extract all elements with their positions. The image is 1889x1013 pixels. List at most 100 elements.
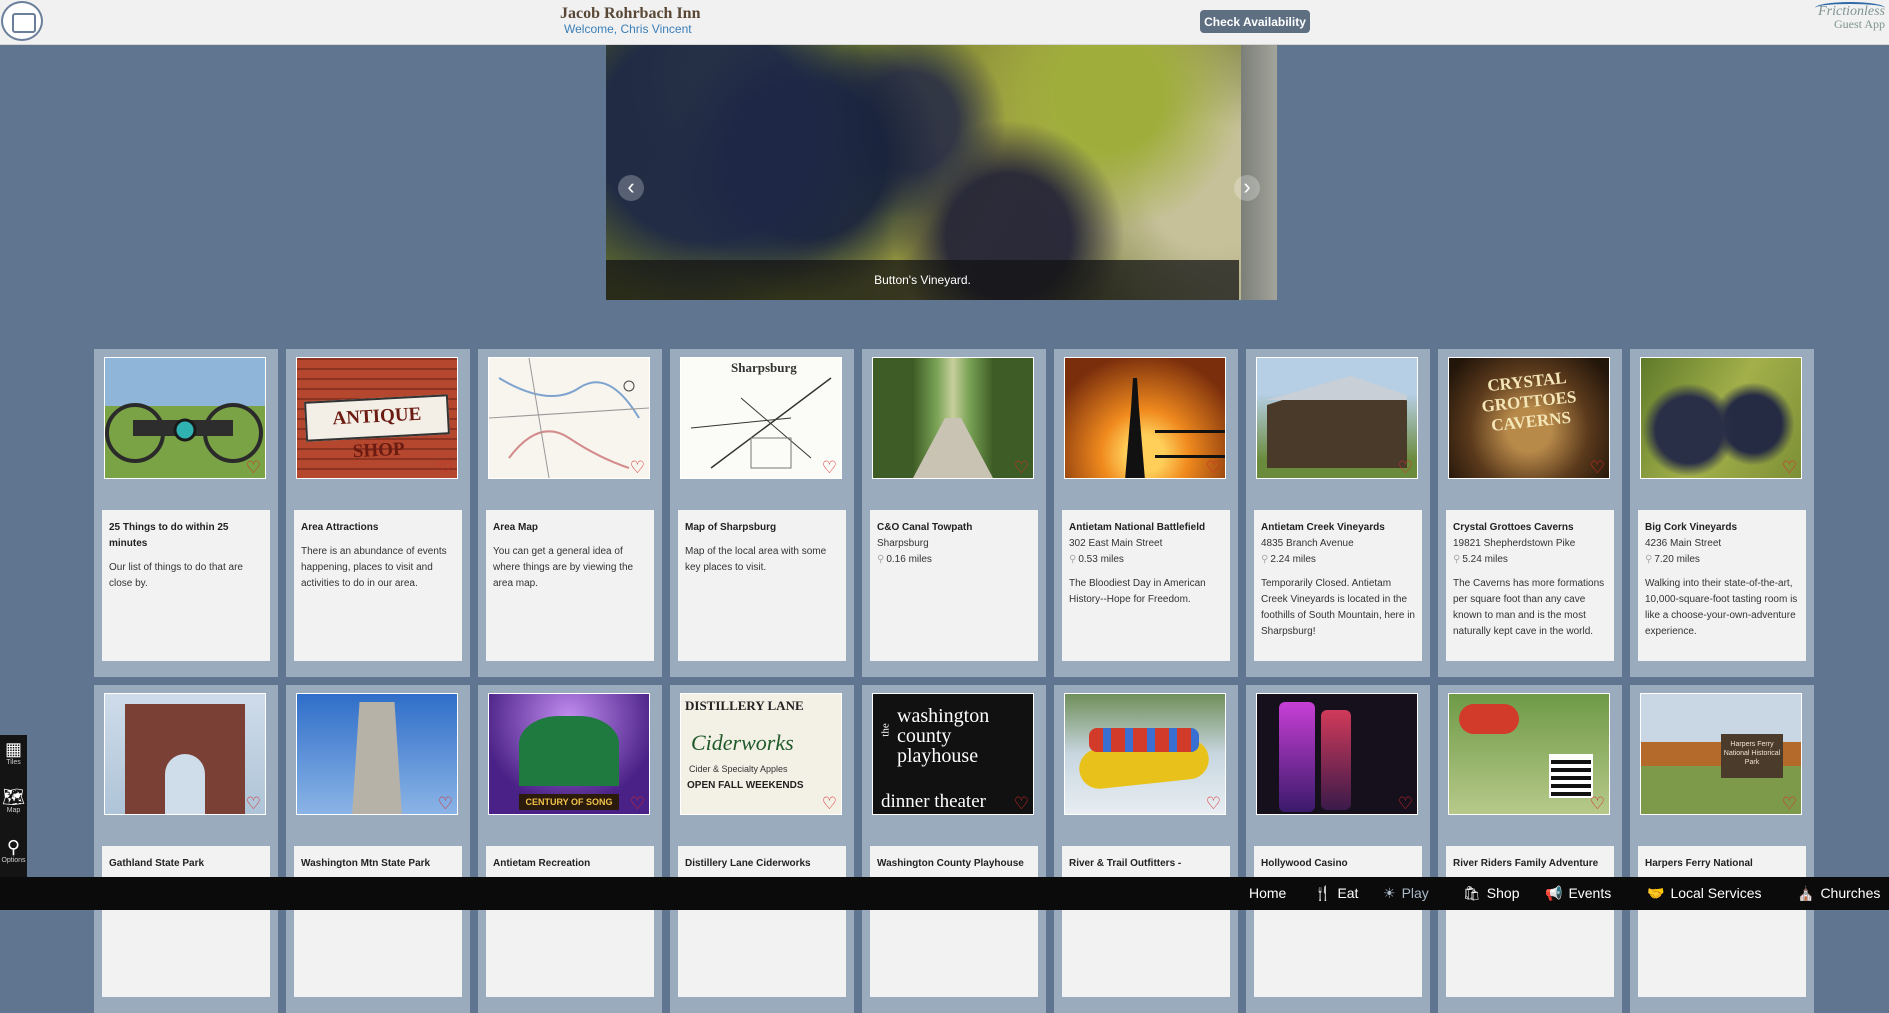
favorite-heart-icon[interactable]: ♡ [1014, 795, 1029, 812]
favorite-heart-icon[interactable]: ♡ [438, 459, 453, 476]
favorite-heart-icon[interactable]: ♡ [630, 459, 645, 476]
nav-events[interactable]: 📢 Events [1545, 877, 1611, 910]
hero-carousel[interactable]: ‹ › Button's Vineyard. [606, 45, 1277, 300]
tile-image-century-of-song: CENTURY OF SONG ♡ [488, 693, 650, 815]
carousel-prev-icon[interactable]: ‹ [618, 175, 644, 201]
tile-address: 4236 Main Street [1645, 538, 1722, 549]
tile-card[interactable]: ♡ Hollywood Casino [1246, 685, 1430, 1013]
tile-card[interactable]: ♡ Antietam Creek Vineyards 4835 Branch A… [1246, 349, 1430, 677]
hero-caption: Button's Vineyard. [606, 260, 1239, 300]
ciderworks-sign-line3: Cider & Specialty Apples [689, 764, 788, 774]
hero-edge [1241, 45, 1277, 300]
favorite-heart-icon[interactable]: ♡ [246, 795, 261, 812]
tile-description: Map of the local area with some key plac… [685, 546, 827, 573]
carousel-next-icon[interactable]: › [1234, 175, 1260, 201]
tiles-view-button[interactable]: ▦ Tiles [0, 739, 27, 767]
favorite-heart-icon[interactable]: ♡ [630, 795, 645, 812]
tile-card[interactable]: ♡ Big Cork Vineyards 4236 Main Street ⚲ 7… [1630, 349, 1814, 677]
tile-body: Antietam Recreation [486, 846, 654, 997]
tile-card[interactable]: CRYSTAL GROTTOES CAVERNS ♡ Crystal Grott… [1438, 349, 1622, 677]
rafters [1089, 728, 1199, 752]
tile-distance: ⚲ 2.24 miles [1261, 554, 1316, 565]
brand-swoosh [1815, 2, 1885, 14]
tile-image-barn: ♡ [1256, 357, 1418, 479]
tube-rider [1459, 704, 1519, 734]
tile-card[interactable]: Harpers Ferry National Historical Park ♡… [1630, 685, 1814, 1013]
tile-card[interactable]: ♡ River Riders Family Adventure [1438, 685, 1622, 1013]
tile-card[interactable]: ♡ River & Trail Outfitters - [1054, 685, 1238, 1013]
tile-card[interactable]: DISTILLERY LANE Ciderworks Cider & Speci… [670, 685, 854, 1013]
check-availability-button[interactable]: Check Availability [1200, 10, 1310, 33]
tile-card[interactable]: ♡ C&O Canal Towpath Sharpsburg ⚲ 0.16 mil… [862, 349, 1046, 677]
tile-title: Crystal Grottoes Caverns [1453, 522, 1574, 533]
arch-opening [165, 754, 205, 814]
map-view-button[interactable]: 🗺 Map [0, 787, 27, 815]
tile-title: Big Cork Vineyards [1645, 522, 1738, 533]
nav-shop[interactable]: 🛍 Shop [1463, 877, 1519, 910]
favorite-heart-icon[interactable]: ♡ [1782, 795, 1797, 812]
favorite-heart-icon[interactable]: ♡ [1398, 459, 1413, 476]
tile-card[interactable]: ANTIQUE SHOP ♡ Area Attractions There is… [286, 349, 470, 677]
tile-image-harpers-ferry: Harpers Ferry National Historical Park ♡ [1640, 693, 1802, 815]
tile-card[interactable]: ♡ Gathland State Park [94, 685, 278, 1013]
tile-title: Harpers Ferry National [1645, 858, 1753, 869]
megaphone-icon: 📢 [1545, 885, 1563, 901]
nav-churches[interactable]: ⛪ Churches [1797, 877, 1880, 910]
favorite-heart-icon[interactable]: ♡ [1014, 459, 1029, 476]
tile-card[interactable]: CENTURY OF SONG ♡ Antietam Recreation [478, 685, 662, 1013]
options-button[interactable]: ⚲ Options [0, 837, 27, 865]
tile-image-ciderworks: DISTILLERY LANE Ciderworks Cider & Speci… [680, 693, 842, 815]
nav-home[interactable]: Home [1249, 877, 1286, 910]
fork-knife-icon: 🍴 [1314, 885, 1332, 901]
tile-card[interactable]: Sharpsburg ♡ Map of Sharpsburg Map of th… [670, 349, 854, 677]
tile-card[interactable]: the washington county playhouse dinner t… [862, 685, 1046, 1013]
tile-image-playhouse: the washington county playhouse dinner t… [872, 693, 1034, 815]
favorite-heart-icon[interactable]: ♡ [822, 795, 837, 812]
tile-title: Hollywood Casino [1261, 858, 1348, 869]
tile-card[interactable]: ♡ 25 Things to do within 25 minutes Our … [94, 349, 278, 677]
nav-play[interactable]: ☀ Play [1383, 877, 1429, 910]
stone-tower [352, 702, 402, 814]
favorite-heart-icon[interactable]: ♡ [1398, 795, 1413, 812]
map-label: Map [6, 807, 21, 814]
tile-card[interactable]: ♡ Washington Mtn State Park [286, 685, 470, 1013]
nav-play-label: Play [1401, 885, 1429, 901]
tile-image-battlefield: ♡ [1064, 357, 1226, 479]
favorite-heart-icon[interactable]: ♡ [438, 795, 453, 812]
location-pin-icon: ⚲ [877, 554, 885, 565]
favorite-heart-icon[interactable]: ♡ [1206, 459, 1221, 476]
tile-title: Washington County Playhouse [877, 858, 1024, 869]
tile-body: C&O Canal Towpath Sharpsburg ⚲ 0.16 miles [870, 510, 1038, 661]
towpath-trail [913, 418, 993, 478]
nav-eat[interactable]: 🍴 Eat [1314, 877, 1358, 910]
tile-title: C&O Canal Towpath [877, 522, 973, 533]
tile-title: Antietam Creek Vineyards [1261, 522, 1385, 533]
grid-icon: ▦ [4, 739, 22, 759]
favorite-heart-icon[interactable]: ♡ [1590, 795, 1605, 812]
tile-card[interactable]: ♡ Antietam National Battlefield 302 East… [1054, 349, 1238, 677]
tile-image-rafting: ♡ [1064, 693, 1226, 815]
favorite-heart-icon[interactable]: ♡ [822, 459, 837, 476]
brand-logo: Frictionless Guest App [1815, 2, 1885, 30]
favorite-heart-icon[interactable]: ♡ [1590, 459, 1605, 476]
tile-card[interactable]: ♡ Area Map You can get a general idea of… [478, 349, 662, 677]
slot-machine [1279, 702, 1315, 812]
tile-body: Antietam Creek Vineyards 4835 Branch Ave… [1254, 510, 1422, 661]
favorite-heart-icon[interactable]: ♡ [1782, 459, 1797, 476]
tile-title: Map of Sharpsburg [685, 522, 777, 533]
playhouse-the: the [879, 723, 892, 737]
playhouse-line2: washington [897, 705, 990, 727]
tile-body: Gathland State Park [102, 846, 270, 997]
handshake-icon: 🤝 [1647, 885, 1665, 901]
tile-address: 19821 Shepherdstown Pike [1453, 538, 1576, 549]
cannon-illustration [105, 403, 263, 463]
favorite-heart-icon[interactable]: ♡ [246, 459, 261, 476]
nav-local-services[interactable]: 🤝 Local Services [1647, 877, 1761, 910]
tile-image-cannon: ♡ [104, 357, 266, 479]
tile-address: 302 East Main Street [1069, 538, 1163, 549]
performers [519, 716, 619, 786]
tile-title: Area Map [493, 522, 539, 533]
tile-body: Hollywood Casino [1254, 846, 1422, 997]
inn-logo[interactable] [1, 1, 43, 41]
favorite-heart-icon[interactable]: ♡ [1206, 795, 1221, 812]
